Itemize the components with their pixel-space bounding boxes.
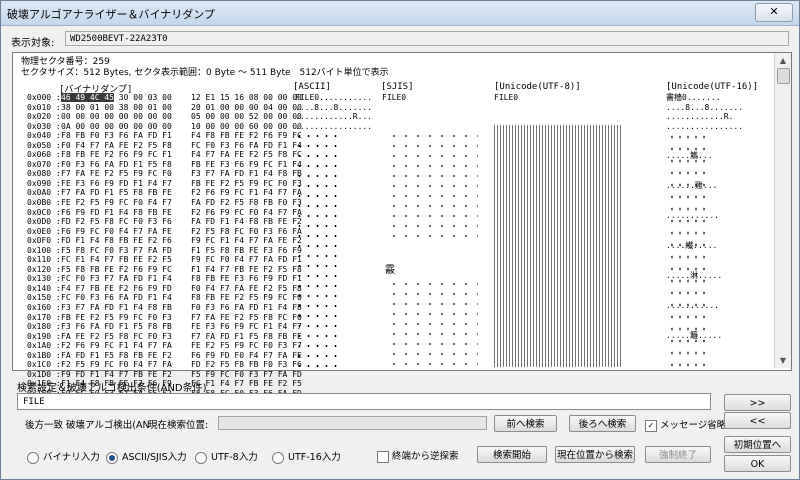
reverse-search-checkbox[interactable]: 終端から逆探索 (377, 448, 459, 463)
radio-utf8-label: UTF-8入力 (211, 452, 258, 463)
sector-size: セクタサイズ：512 Bytes, セクタ表示範囲：0 Byte 〜 511 B… (21, 67, 389, 78)
search-forward-button[interactable]: 前へ検索 (494, 415, 557, 432)
ok-button[interactable]: OK (724, 455, 791, 472)
search-from-current-button[interactable]: 現在位置から検索 (555, 446, 635, 463)
radio-ascii-sjis-dot[interactable] (106, 451, 118, 464)
sector-number: 物理セクタ番号：259 (21, 57, 110, 67)
sjis-column-header: [SJIS] (381, 82, 414, 92)
vertical-scrollbar[interactable]: ▲ ▼ (774, 53, 791, 368)
sjis-text-head: FILE0 (382, 93, 407, 102)
analyzer-window: 破壊アルゴアナライザー＆バイナリダンプ ✕ 表示対象: WD2500BEVT-2… (0, 0, 800, 480)
reverse-checkbox-box[interactable] (377, 450, 389, 463)
search-start-button[interactable]: 検索開始 (477, 446, 547, 463)
utf8-garbled-text (494, 125, 622, 367)
search-mode-text: 後方一致 破壊アルゴ検出(AN (25, 420, 150, 431)
search-backward-button[interactable]: 後ろへ検索 (569, 415, 636, 432)
scroll-down-icon[interactable]: ▼ (775, 353, 791, 368)
utf16-column-header: [Unicode(UTF-16)] (666, 82, 759, 92)
ascii-text-head: FILE0........... ....8...8....... ......… (295, 93, 373, 131)
radio-utf8-dot[interactable] (195, 451, 207, 464)
offset-column: 0x000 : 0x010 : 0x020 : 0x030 : 0x040 : … (27, 93, 61, 398)
force-stop-button[interactable]: 強制終了 (645, 446, 711, 463)
sjis-dots-upper (388, 131, 478, 241)
close-button[interactable]: ✕ (755, 3, 793, 22)
next-sector-button[interactable]: >> (724, 394, 791, 411)
ascii-column-header: [ASCII] (293, 82, 331, 92)
sjis-kanji-char: 霰 (385, 265, 395, 276)
scroll-up-icon[interactable]: ▲ (775, 53, 791, 68)
search-progress-bar (218, 416, 487, 430)
target-label: 表示対象: (11, 38, 55, 49)
window-title: 破壊アルゴアナライザー＆バイナリダンプ (7, 8, 215, 21)
search-position-label: 現在検索位置: (148, 420, 209, 431)
radio-utf16-dot[interactable] (272, 451, 284, 464)
radio-utf16-input[interactable]: UTF-16入力 (272, 449, 341, 464)
message-omit-label: メッセージ省略 (660, 420, 727, 431)
radio-binary-input[interactable]: バイナリ入力 (27, 449, 100, 464)
radio-utf8-input[interactable]: UTF-8入力 (195, 449, 258, 464)
reverse-search-label: 終端から逆探索 (392, 451, 459, 462)
utf16-text-head: 畵穡0....... ....8...8....... ............… (666, 93, 744, 131)
initial-position-button[interactable]: 初期位置へ (724, 436, 791, 453)
radio-ascii-sjis-label: ASCII/SJIS入力 (122, 452, 187, 463)
hex-column[interactable]: 46 49 4C 45 30 00 03 00 12 E1 15 16 08 0… (61, 93, 302, 399)
ascii-dots (295, 131, 343, 367)
search-settings-label: 検索設定＆破壊アルゴ検出条件(AND条件) (17, 383, 207, 394)
utf16-dots (668, 131, 708, 367)
radio-binary-label: バイナリ入力 (43, 452, 100, 463)
message-omit-checkbox[interactable]: ✓ メッセージ省略 (645, 417, 726, 432)
utf8-column-header: [Unicode(UTF-8)] (494, 82, 581, 92)
sjis-dots-lower (388, 279, 478, 367)
prev-sector-button[interactable]: << (724, 412, 791, 429)
radio-binary-dot[interactable] (27, 451, 39, 464)
target-field: WD2500BEVT-22A23T0 (65, 31, 789, 46)
search-input[interactable]: FILE (17, 393, 711, 410)
title-bar: 破壊アルゴアナライザー＆バイナリダンプ ✕ (1, 1, 799, 26)
radio-utf16-label: UTF-16入力 (288, 452, 341, 463)
scroll-thumb[interactable] (777, 68, 790, 84)
utf8-text-head: FILE0 (494, 93, 519, 102)
checkmark-icon[interactable]: ✓ (645, 419, 657, 432)
hex-bytes: 30 00 03 00 12 E1 15 16 08 00 00 00 38 0… (61, 93, 302, 398)
radio-ascii-sjis-input[interactable]: ASCII/SJIS入力 (106, 449, 187, 464)
sector-info: 物理セクタ番号：259 セクタサイズ：512 Bytes, セクタ表示範囲：0 … (21, 57, 389, 78)
hex-selection[interactable]: 46 49 4C 45 (61, 93, 114, 102)
